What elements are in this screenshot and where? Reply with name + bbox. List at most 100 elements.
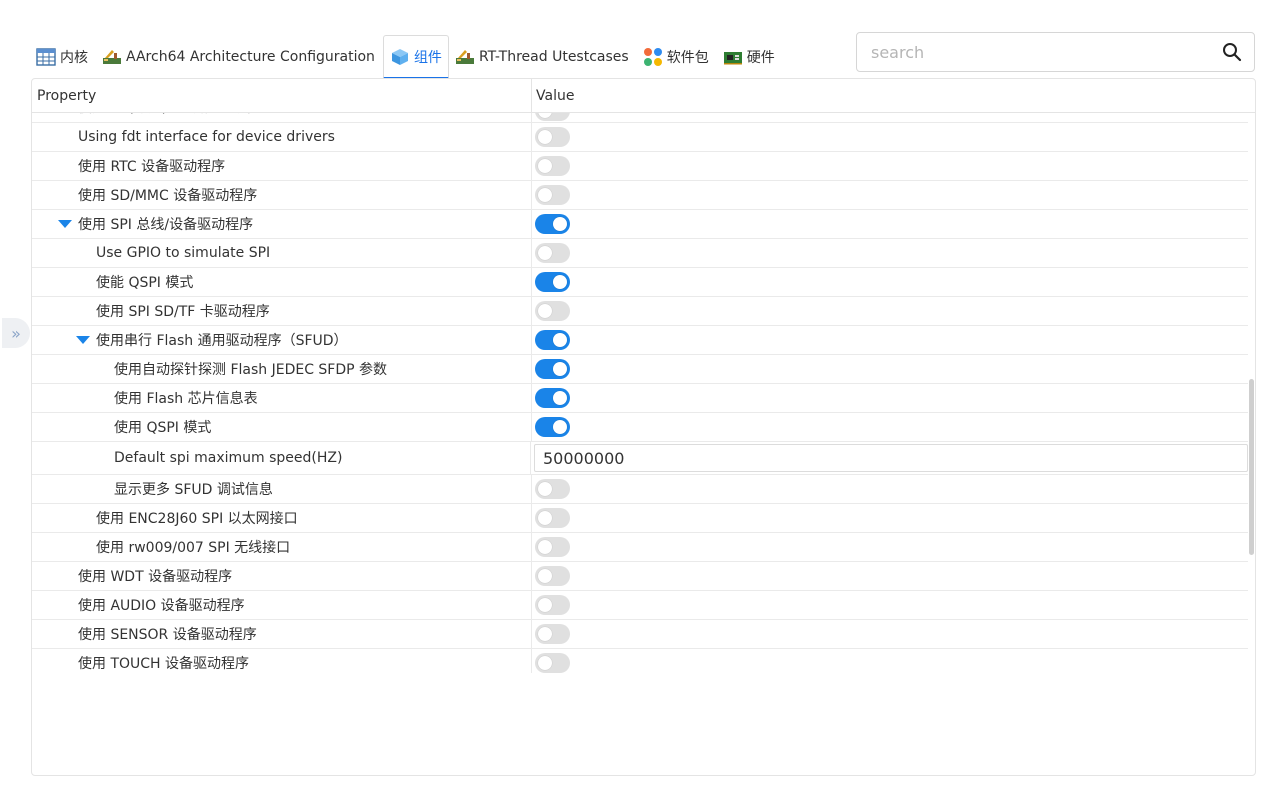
table-row[interactable]: 使用 ENC28J60 SPI 以太网接口 xyxy=(32,504,1248,533)
tab-1[interactable]: AArch64 Architecture Configuration xyxy=(96,35,383,79)
property-cell: Using fdt interface for device drivers xyxy=(32,123,532,151)
toggle-switch[interactable] xyxy=(535,595,570,615)
value-cell xyxy=(532,181,1248,209)
property-column-header: Property xyxy=(32,79,532,112)
table-row[interactable]: 使用 rw009/007 SPI 无线接口 xyxy=(32,533,1248,562)
table-row[interactable]: 使用 SPI SD/TF 卡驱动程序 xyxy=(32,297,1248,326)
table-icon xyxy=(36,47,56,67)
value-cell xyxy=(532,504,1248,532)
table-row[interactable]: 使用 SPI 总线/设备驱动程序 xyxy=(32,210,1248,239)
value-cell xyxy=(531,442,1248,474)
table-row[interactable]: 使用 SENSOR 设备驱动程序 xyxy=(32,620,1248,649)
grid-rows: 使用 ... (可选) ... 设备驱动程序 Using fdt interfac… xyxy=(32,113,1248,673)
toggle-switch[interactable] xyxy=(535,156,570,176)
toggle-switch[interactable] xyxy=(535,388,570,408)
search-box[interactable] xyxy=(856,32,1255,72)
property-cell: 使用 RTC 设备驱动程序 xyxy=(32,152,532,180)
search-icon[interactable] xyxy=(1222,42,1242,62)
tab-0[interactable]: 内核 xyxy=(30,35,96,79)
toggle-switch[interactable] xyxy=(535,624,570,644)
toggle-switch[interactable] xyxy=(535,417,570,437)
toggle-switch[interactable] xyxy=(535,479,570,499)
toggle-knob xyxy=(538,540,552,554)
toggle-switch[interactable] xyxy=(535,566,570,586)
toggle-switch[interactable] xyxy=(535,185,570,205)
speed-input[interactable] xyxy=(534,444,1248,472)
table-row[interactable]: 使用自动探针探测 Flash JEDEC SFDP 参数 xyxy=(32,355,1248,384)
property-cell: 使用 ENC28J60 SPI 以太网接口 xyxy=(32,504,532,532)
property-cell: 使用 SPI 总线/设备驱动程序 xyxy=(32,210,532,238)
property-label: 使用 SPI SD/TF 卡驱动程序 xyxy=(96,304,270,320)
toggle-switch[interactable] xyxy=(535,272,570,292)
property-label: 使用串行 Flash 通用驱动程序（SFUD） xyxy=(96,333,348,349)
value-cell xyxy=(532,152,1248,180)
toggle-switch[interactable] xyxy=(535,113,570,121)
toggle-switch[interactable] xyxy=(535,330,570,350)
tab-5[interactable]: 硬件 xyxy=(717,35,783,79)
property-label: 显示更多 SFUD 调试信息 xyxy=(114,482,273,498)
property-cell: 使用 ... (可选) ... 设备驱动程序 xyxy=(32,113,532,122)
property-label: Default spi maximum speed(HZ) xyxy=(114,450,343,466)
property-cell: 使用串行 Flash 通用驱动程序（SFUD） xyxy=(32,326,532,354)
table-row[interactable]: 使用 WDT 设备驱动程序 xyxy=(32,562,1248,591)
tab-3[interactable]: RT-Thread Utestcases xyxy=(449,35,637,79)
toggle-knob xyxy=(553,217,567,231)
tab-label: RT-Thread Utestcases xyxy=(478,49,629,65)
table-row[interactable]: 显示更多 SFUD 调试信息 xyxy=(32,475,1248,504)
property-label: 使用 RTC 设备驱动程序 xyxy=(78,159,226,175)
property-label: Using fdt interface for device drivers xyxy=(78,129,335,145)
property-cell: 使用 SPI SD/TF 卡驱动程序 xyxy=(32,297,532,325)
caret-down-icon[interactable] xyxy=(76,336,90,344)
property-cell: Default spi maximum speed(HZ) xyxy=(32,442,531,474)
table-row[interactable]: Default spi maximum speed(HZ) xyxy=(32,442,1248,475)
property-label: Use GPIO to simulate SPI xyxy=(96,245,271,261)
table-row[interactable]: 使用 AUDIO 设备驱动程序 xyxy=(32,591,1248,620)
toggle-switch[interactable] xyxy=(535,243,570,263)
value-cell xyxy=(532,562,1248,590)
property-label: 使能 QSPI 模式 xyxy=(96,275,194,291)
table-row[interactable]: 使用 RTC 设备驱动程序 xyxy=(32,152,1248,181)
table-row[interactable]: 使用 Flash 芯片信息表 xyxy=(32,384,1248,413)
table-row[interactable]: 使用 ... (可选) ... 设备驱动程序 xyxy=(32,113,1248,123)
tab-label: 硬件 xyxy=(746,50,775,66)
tab-label: AArch64 Architecture Configuration xyxy=(126,49,375,65)
toggle-knob xyxy=(538,656,552,670)
toggle-switch[interactable] xyxy=(535,508,570,528)
table-row[interactable]: 使用 TOUCH 设备驱动程序 xyxy=(32,649,1248,673)
tab-2[interactable]: 组件 xyxy=(382,35,449,79)
table-row[interactable]: 使能 QSPI 模式 xyxy=(32,268,1248,297)
value-column-header: Value xyxy=(536,87,575,104)
tab-bar: 内核 AArch64 Architecture Configuration 组件 RT… xyxy=(30,33,830,79)
vertical-scrollbar[interactable] xyxy=(1249,379,1254,555)
table-row[interactable]: 使用 QSPI 模式 xyxy=(32,413,1248,442)
tab-4[interactable]: 软件包 xyxy=(637,35,717,79)
value-cell xyxy=(532,326,1248,354)
table-row[interactable]: 使用 SD/MMC 设备驱动程序 xyxy=(32,181,1248,210)
toggle-knob xyxy=(553,275,567,289)
toggle-switch[interactable] xyxy=(535,653,570,673)
property-cell: 使用 SENSOR 设备驱动程序 xyxy=(32,620,532,648)
table-row[interactable]: Using fdt interface for device drivers xyxy=(32,123,1248,152)
property-cell: 使用 SD/MMC 设备驱动程序 xyxy=(32,181,532,209)
toggle-switch[interactable] xyxy=(535,214,570,234)
property-label: 使用 ENC28J60 SPI 以太网接口 xyxy=(96,511,298,527)
caret-down-icon[interactable] xyxy=(58,220,72,228)
table-row[interactable]: 使用串行 Flash 通用驱动程序（SFUD） xyxy=(32,326,1248,355)
toggle-switch[interactable] xyxy=(535,301,570,321)
property-label: 使用自动探针探测 Flash JEDEC SFDP 参数 xyxy=(114,362,388,378)
toggle-switch[interactable] xyxy=(535,359,570,379)
property-label: 使用 rw009/007 SPI 无线接口 xyxy=(96,540,291,556)
toggle-switch[interactable] xyxy=(535,537,570,557)
search-input[interactable] xyxy=(857,33,1207,71)
property-label: 使用 SD/MMC 设备驱动程序 xyxy=(78,188,258,204)
board-icon xyxy=(723,47,743,67)
property-label: 使用 TOUCH 设备驱动程序 xyxy=(78,656,250,672)
toggle-knob xyxy=(538,159,552,173)
toggle-switch[interactable] xyxy=(535,127,570,147)
property-cell: 使用自动探针探测 Flash JEDEC SFDP 参数 xyxy=(32,355,532,383)
property-cell: 使能 QSPI 模式 xyxy=(32,268,532,296)
expand-sidebar-button[interactable]: » xyxy=(2,318,30,348)
property-cell: 使用 TOUCH 设备驱动程序 xyxy=(32,649,532,673)
table-row[interactable]: Use GPIO to simulate SPI xyxy=(32,239,1248,268)
property-cell: 使用 AUDIO 设备驱动程序 xyxy=(32,591,532,619)
